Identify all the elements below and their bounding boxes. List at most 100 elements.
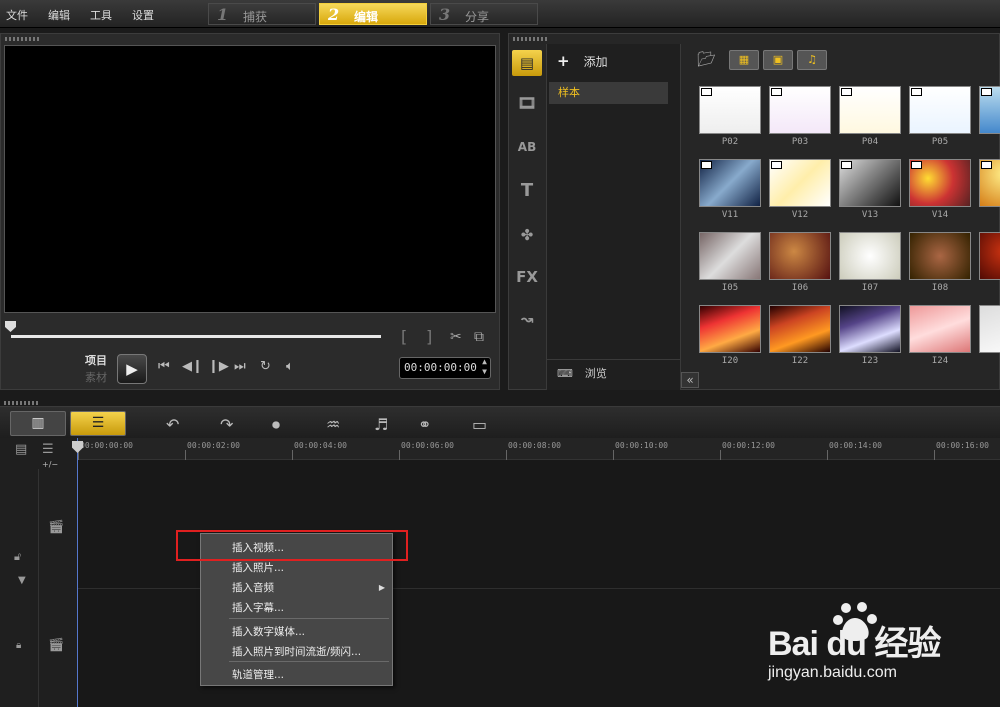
scrubber-track[interactable] — [11, 335, 381, 338]
browse-button[interactable]: ⌨ 浏览 — [547, 359, 680, 389]
track-manager-icon[interactable]: ☰ — [42, 442, 54, 457]
scissors-icon[interactable]: ✂ — [450, 329, 462, 345]
browse-label: 浏览 — [584, 367, 607, 380]
chevron-down-icon[interactable]: ▼ — [18, 575, 26, 586]
media-type-badge-icon — [911, 161, 922, 169]
library-thumbnail[interactable] — [839, 159, 901, 207]
menu-item-insert-subtitle[interactable]: 插入字幕... — [232, 600, 284, 615]
menu-edit[interactable]: 编辑 — [48, 7, 70, 23]
track-add-control[interactable]: +/− — [42, 460, 58, 469]
next-frame-icon[interactable]: ❙▶ — [208, 359, 229, 374]
undo-icon[interactable]: ↶ — [166, 415, 179, 434]
media-type-badge-icon — [911, 88, 922, 96]
graphic-tab-icon[interactable]: ✤ — [512, 222, 542, 248]
menu-item-insert-photo[interactable]: 插入照片... — [232, 560, 284, 575]
show-photos-icon[interactable]: ▣ — [763, 50, 793, 70]
menu-item-insert-digital-media[interactable]: 插入数字媒体... — [232, 624, 305, 639]
timecode-value: 00:00:00:00 — [404, 361, 477, 374]
storyboard-view-button[interactable]: ▥ — [10, 411, 66, 436]
mode-project-label[interactable]: 项目 — [85, 352, 107, 368]
library-thumbnail[interactable] — [839, 86, 901, 134]
mark-in-button[interactable]: [ — [401, 327, 407, 346]
timecode-field[interactable]: 00:00:00:00 ▲ ▼ — [399, 357, 491, 379]
redo-icon[interactable]: ↷ — [220, 415, 233, 434]
thumbnail-label: V13 — [861, 210, 879, 220]
auto-music-icon[interactable]: ♬ — [374, 415, 388, 434]
library-thumbnail[interactable] — [699, 305, 761, 353]
library-thumbnail[interactable] — [909, 305, 971, 353]
filter-tab-icon[interactable]: FX — [512, 264, 542, 290]
volume-icon[interactable]: 🔈︎ — [286, 359, 294, 374]
show-all-tracks-icon[interactable]: ▤ — [15, 442, 27, 457]
folder-item-sample[interactable]: 样本 — [549, 82, 668, 104]
thumbnail-label: V11 — [721, 210, 739, 220]
library-thumbnail[interactable] — [909, 159, 971, 207]
library-thumbnail[interactable] — [979, 305, 1000, 353]
motion-tracking-icon[interactable]: ⚭ — [418, 415, 431, 434]
media-tab-icon[interactable]: ▤ — [512, 50, 542, 76]
enlarge-icon[interactable]: ⧉ — [474, 329, 484, 345]
library-thumbnail[interactable] — [699, 232, 761, 280]
spinner-icon[interactable]: ▲ ▼ — [482, 357, 487, 377]
menu-item-track-manager[interactable]: 轨道管理... — [232, 667, 284, 682]
panel-grip[interactable] — [4, 401, 40, 405]
library-thumbnail[interactable] — [769, 232, 831, 280]
timeline-view-button[interactable]: ☰ — [70, 411, 126, 436]
path-tab-icon[interactable]: ↝ — [512, 306, 542, 332]
video-track-icon: 🎬︎ — [48, 520, 65, 535]
step-share-tab[interactable]: 3 分享 — [430, 3, 538, 25]
mark-out-button[interactable]: ] — [426, 327, 432, 346]
play-button[interactable]: ▶ — [117, 354, 147, 384]
panel-grip[interactable] — [513, 37, 549, 41]
menu-item-insert-audio[interactable]: 插入音频 — [232, 580, 274, 595]
library-thumbnail[interactable] — [699, 159, 761, 207]
instant-project-tab-icon[interactable]: 🎞︎ — [512, 90, 542, 116]
playhead-line — [77, 438, 78, 707]
media-type-badge-icon — [841, 161, 852, 169]
home-icon[interactable]: ⏮ — [158, 359, 170, 374]
media-type-badge-icon — [771, 88, 782, 96]
menu-tools[interactable]: 工具 — [90, 7, 112, 23]
thumbnail-grid: 📂︎ ▦ ▣ ♫ P02 P03 P04 P05 V11 V12 V13 V14 I05 I06 I… — [683, 44, 1000, 390]
library-thumbnail[interactable] — [699, 86, 761, 134]
transition-tab-icon[interactable]: AB — [512, 134, 542, 160]
library-thumbnail[interactable] — [909, 232, 971, 280]
mode-clip-label[interactable]: 素材 — [85, 369, 107, 385]
folder-pane: + 添加 样本 ⌨ 浏览 — [546, 44, 681, 390]
ruler-tick-label: 00:00:04:00 — [294, 441, 347, 450]
title-tab-icon[interactable]: T — [512, 178, 542, 204]
library-thumbnail[interactable] — [839, 305, 901, 353]
repeat-icon[interactable]: ↻ — [260, 359, 271, 374]
library-thumbnail[interactable] — [769, 305, 831, 353]
menu-settings[interactable]: 设置 — [132, 7, 154, 23]
show-videos-icon[interactable]: ▦ — [729, 50, 759, 70]
panel-grip[interactable] — [5, 37, 41, 41]
show-audio-icon[interactable]: ♫ — [797, 50, 827, 70]
lock-icon[interactable]: 🔒︎ — [16, 640, 21, 651]
ruler-tick — [399, 450, 400, 460]
library-thumbnail[interactable] — [979, 159, 1000, 207]
thumbnail-label: V14 — [931, 210, 949, 220]
subtitle-editor-icon[interactable]: ▭ — [472, 415, 487, 434]
lock-icon[interactable]: 🔓︎ — [14, 550, 21, 564]
scrubber-handle[interactable] — [5, 321, 16, 332]
library-thumbnail[interactable] — [769, 159, 831, 207]
menu-file[interactable]: 文件 — [6, 7, 28, 23]
step-edit-tab[interactable]: 2 编辑 — [319, 3, 427, 25]
thumbnail-label: P02 — [721, 137, 739, 147]
library-thumbnail[interactable] — [839, 232, 901, 280]
time-ruler[interactable]: 00:00:00:00 00:00:02:00 00:00:04:00 00:00:0… — [78, 438, 1000, 460]
library-thumbnail[interactable] — [979, 232, 1000, 280]
folder-open-icon[interactable]: 📂︎ — [697, 50, 716, 68]
menu-item-insert-photo-timelapse[interactable]: 插入照片到时间流逝/频闪... — [232, 644, 361, 659]
record-capture-icon[interactable]: ⏺ — [272, 415, 280, 435]
step-capture-tab[interactable]: 1 捕获 — [208, 3, 316, 25]
library-thumbnail[interactable] — [769, 86, 831, 134]
library-thumbnail[interactable] — [979, 86, 1000, 134]
sound-mixer-icon[interactable]: ♒ — [326, 415, 340, 434]
previous-frame-icon[interactable]: ◀❙ — [182, 359, 203, 374]
end-icon[interactable]: ⏭ — [234, 359, 246, 374]
library-thumbnail[interactable] — [909, 86, 971, 134]
thumbnail-label: I22 — [791, 356, 809, 366]
add-folder-button[interactable]: + 添加 — [557, 52, 608, 70]
